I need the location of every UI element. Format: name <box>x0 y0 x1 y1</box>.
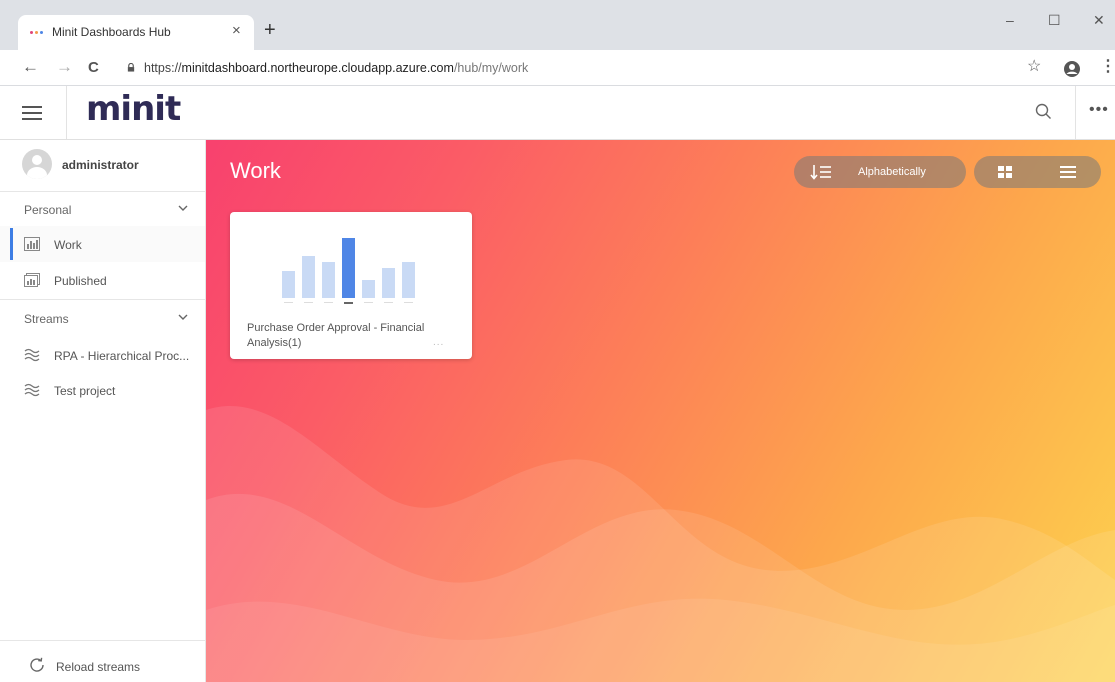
lock-icon <box>127 63 135 72</box>
sidebar-item-label: RPA - Hierarchical Proc... <box>54 349 190 363</box>
thumbnail-bar <box>382 268 395 298</box>
card-more-icon[interactable]: ... <box>433 337 444 348</box>
chevron-down-icon <box>178 314 188 320</box>
published-icon <box>24 273 40 287</box>
profile-icon[interactable] <box>1063 60 1081 78</box>
sort-control[interactable]: Alphabetically <box>794 156 966 188</box>
section-label: Streams <box>24 312 69 326</box>
grid-view-icon[interactable] <box>998 166 1012 178</box>
tab-close-icon[interactable]: × <box>232 23 241 38</box>
sidebar-item-work[interactable]: Work <box>0 226 205 262</box>
thumbnail-bar <box>282 271 295 298</box>
header-divider-right <box>1075 86 1076 139</box>
page-title: Work <box>230 158 281 183</box>
dashboard-card-title: Purchase Order Approval - Financial Anal… <box>247 322 425 349</box>
bookmark-star-icon[interactable]: ☆ <box>1027 59 1041 75</box>
url-host: minitdashboard.northeurope.cloudapp.azur… <box>181 61 454 75</box>
browser-tab-bar: Minit Dashboards Hub × + – ☐ ✕ <box>0 0 1115 50</box>
forward-button[interactable]: → <box>56 58 73 75</box>
address-bar: ← → C https://minitdashboard.northeurope… <box>0 50 1115 86</box>
sidebar: administrator Personal Work Published St… <box>0 140 206 682</box>
refresh-icon <box>30 657 44 672</box>
section-streams-header[interactable]: Streams <box>0 302 205 336</box>
browser-menu-icon[interactable]: ⋮ <box>1100 59 1115 75</box>
minit-favicon-icon <box>30 27 46 37</box>
sidebar-item-label: Work <box>54 238 82 252</box>
url-field[interactable]: https://minitdashboard.northeurope.cloud… <box>144 61 528 75</box>
dashboard-icon <box>24 237 40 251</box>
sidebar-item-published[interactable]: Published <box>0 262 205 298</box>
chevron-down-icon <box>178 205 188 211</box>
maximize-button[interactable]: ☐ <box>1048 13 1061 27</box>
username: administrator <box>62 158 139 172</box>
list-view-icon[interactable] <box>1060 165 1076 179</box>
header-divider <box>66 86 67 139</box>
thumbnail-bar <box>322 262 335 298</box>
user-profile[interactable]: administrator <box>0 140 205 192</box>
section-label: Personal <box>24 203 72 217</box>
sidebar-item-stream-test-project[interactable]: Test project <box>0 372 205 408</box>
thumbnail-bar <box>362 280 375 298</box>
reload-streams-button[interactable]: Reload streams <box>0 640 205 682</box>
thumbnail-tick <box>404 302 413 303</box>
app-header: minit ••• <box>0 86 1115 140</box>
sidebar-item-label: Published <box>54 274 107 288</box>
more-options-icon[interactable]: ••• <box>1089 102 1109 118</box>
sidebar-item-label: Test project <box>54 384 116 398</box>
url-path: /hub/my/work <box>453 61 529 75</box>
thumbnail-tick <box>324 302 333 303</box>
thumbnail-tick <box>284 302 293 303</box>
thumbnail-tick <box>304 302 313 303</box>
minit-logo: minit <box>86 89 181 129</box>
section-divider <box>0 299 205 300</box>
hamburger-menu-icon[interactable] <box>22 106 42 120</box>
section-personal-header[interactable]: Personal <box>0 193 205 227</box>
reload-button[interactable]: C <box>88 60 99 75</box>
thumbnail-bar <box>402 262 415 298</box>
minimize-button[interactable]: – <box>1006 13 1014 27</box>
thumbnail-bar <box>302 256 315 298</box>
url-prefix: https:// <box>144 61 182 75</box>
sort-icon <box>810 165 831 180</box>
dashboard-thumbnail-chart-icon <box>282 238 415 304</box>
new-tab-button[interactable]: + <box>264 20 276 40</box>
thumbnail-tick <box>384 302 393 303</box>
thumbnail-bar <box>342 238 355 298</box>
tab-title: Minit Dashboards Hub <box>52 25 171 39</box>
reload-streams-label: Reload streams <box>56 660 141 674</box>
back-button[interactable]: ← <box>22 58 39 75</box>
thumbnail-tick <box>364 302 373 303</box>
stream-icon <box>24 348 40 362</box>
avatar <box>22 149 52 179</box>
view-toggle <box>974 156 1101 188</box>
main-content: Work Alphabetically Purchase Order Appro… <box>206 140 1115 682</box>
sidebar-item-stream-rpa[interactable]: RPA - Hierarchical Proc... <box>0 337 205 373</box>
sort-label: Alphabetically <box>858 166 926 178</box>
thumbnail-tick <box>344 302 353 304</box>
search-icon[interactable] <box>1032 100 1056 124</box>
stream-icon <box>24 383 40 397</box>
dashboard-card[interactable]: Purchase Order Approval - Financial Anal… <box>230 212 472 359</box>
browser-tab[interactable]: Minit Dashboards Hub × <box>18 15 254 50</box>
close-window-button[interactable]: ✕ <box>1093 13 1105 27</box>
